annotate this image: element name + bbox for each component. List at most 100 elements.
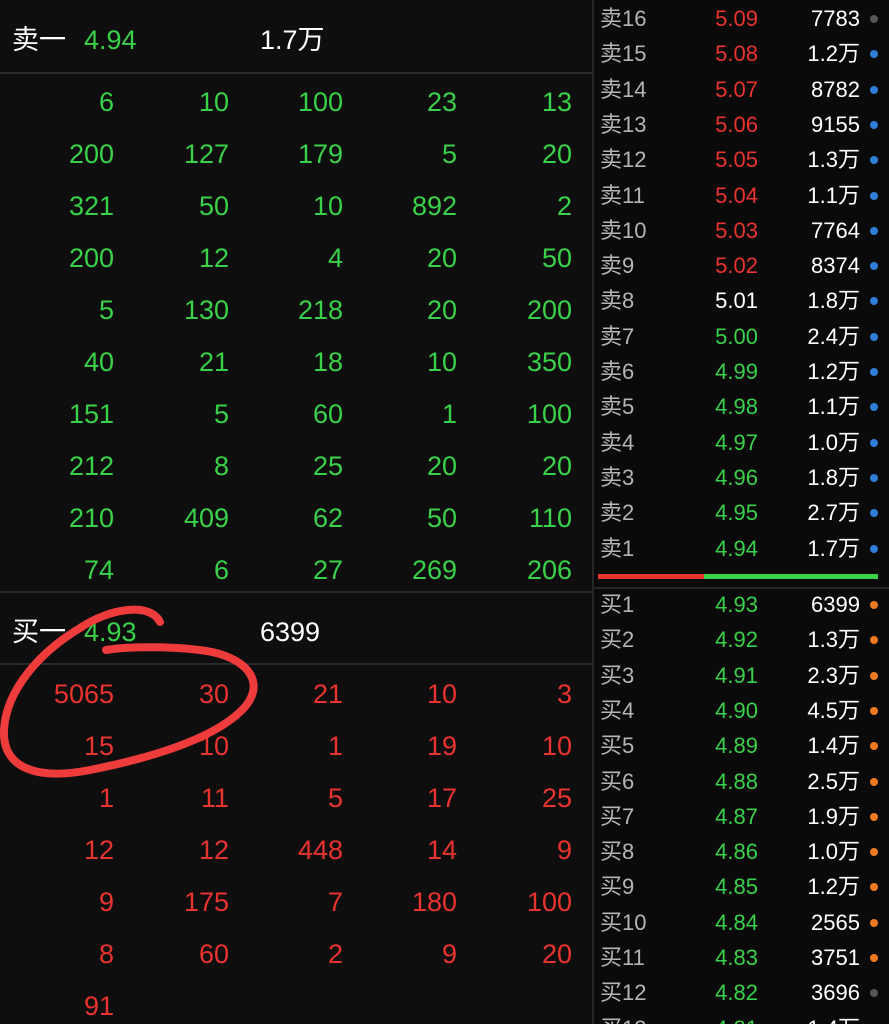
trade-volume-cell: 8 xyxy=(213,451,229,481)
level-volume: 6399 xyxy=(811,592,860,617)
level-label: 买10 xyxy=(600,909,647,935)
trade-volume-cell: 892 xyxy=(411,191,457,221)
trade-volume-cell: 10 xyxy=(312,191,343,221)
level-label: 卖11 xyxy=(600,182,645,208)
bid-level-row[interactable]: 买6 4.88 2.5万 xyxy=(594,764,889,799)
level-price: 5.03 xyxy=(715,217,758,243)
bid-level-row[interactable]: 买2 4.92 1.3万 xyxy=(594,622,889,657)
level-price: 4.99 xyxy=(715,359,758,384)
trade-volume-cell: 62 xyxy=(312,503,343,533)
level-label: 买1 xyxy=(600,592,635,617)
level-price: 4.83 xyxy=(715,945,758,970)
level-price: 5.02 xyxy=(715,253,758,279)
level-price: 4.98 xyxy=(715,394,758,420)
trade-volume-cell: 14 xyxy=(426,835,457,865)
trade-volume-cell: 60 xyxy=(198,939,229,969)
trade-volume-cell: 175 xyxy=(183,887,229,917)
order-dot-icon xyxy=(870,438,878,447)
bid-level-row[interactable]: 买4 4.90 4.5万 xyxy=(594,693,889,728)
ask-level-row[interactable]: 卖11 5.04 1.1万 xyxy=(594,178,889,213)
level-volume: 2565 xyxy=(811,909,860,935)
ask-level-row[interactable]: 卖2 4.95 2.7万 xyxy=(594,495,889,530)
ask-level-row[interactable]: 卖9 5.02 8374 xyxy=(594,248,889,283)
bid-level-row[interactable]: 买3 4.91 2.3万 xyxy=(594,658,889,693)
level-label: 卖13 xyxy=(600,111,647,137)
bid-level-row[interactable]: 买11 4.83 3751 xyxy=(594,940,889,975)
bid-level-row[interactable]: 买5 4.89 1.4万 xyxy=(594,728,889,763)
trade-volume-cell: 20 xyxy=(541,139,572,169)
ask-level-row[interactable]: 卖4 4.97 1.0万 xyxy=(594,425,889,460)
trade-volume-cell: 17 xyxy=(426,783,457,813)
trade-volume-cell: 110 xyxy=(528,503,572,533)
level-label: 卖3 xyxy=(600,464,635,490)
trade-volume-cell: 5065 xyxy=(53,679,114,709)
trade-volume-cell: 409 xyxy=(183,503,229,533)
ask-level-row[interactable]: 卖12 5.05 1.3万 xyxy=(594,142,889,177)
level-label: 买7 xyxy=(600,803,635,829)
ask-level-row[interactable]: 卖15 5.08 1.2万 xyxy=(594,36,889,71)
ask-level-row[interactable]: 卖16 5.09 7783 xyxy=(594,1,889,36)
trade-volume-cell: 10 xyxy=(198,731,229,761)
trade-volume-cell: 74 xyxy=(83,555,114,585)
order-dot-icon xyxy=(870,191,878,200)
bid-level-row[interactable]: 买13 4.81 1.4万 xyxy=(594,1011,889,1024)
ask-level-row[interactable]: 卖1 4.94 1.7万 xyxy=(594,531,889,566)
trade-volume-cell: 179 xyxy=(297,139,343,169)
trade-volume-cell: 18 xyxy=(312,347,343,377)
ask-ratio-fill xyxy=(704,574,878,579)
level-label: 买4 xyxy=(600,697,635,723)
ask-level-row[interactable]: 卖6 4.99 1.2万 xyxy=(594,354,889,389)
level-label: 卖12 xyxy=(600,147,647,173)
level-price: 4.88 xyxy=(715,768,758,794)
trade-volume-cell: 448 xyxy=(297,835,343,865)
level-label: 卖6 xyxy=(600,359,635,384)
level-volume: 1.0万 xyxy=(807,429,860,455)
bid-level-row[interactable]: 买7 4.87 1.9万 xyxy=(594,799,889,834)
tick-trades-panel[interactable]: 卖一 4.94 1.7万 6 10 100 23 13 200 127 179 5 20 321 50… xyxy=(0,0,592,1024)
trade-volume-cell: 20 xyxy=(426,451,457,481)
level-price: 4.91 xyxy=(715,662,758,688)
buy-one-volume: 6399 xyxy=(260,617,321,647)
bid-level-row[interactable]: 买10 4.84 2565 xyxy=(594,905,889,940)
trade-volume-cell: 12 xyxy=(83,835,114,865)
ask-level-row[interactable]: 卖3 4.96 1.8万 xyxy=(594,460,889,495)
trade-volume-cell: 1 xyxy=(327,731,343,761)
order-dot-icon xyxy=(870,156,878,165)
sell-one-volume: 1.7万 xyxy=(260,25,325,55)
level-volume: 3751 xyxy=(811,945,860,970)
ask-level-row[interactable]: 卖5 4.98 1.1万 xyxy=(594,389,889,424)
ask-level-row[interactable]: 卖14 5.07 8782 xyxy=(594,72,889,107)
sell-one-header: 卖一 4.94 1.7万 xyxy=(0,4,592,76)
level-label: 卖16 xyxy=(600,6,647,31)
bid-level-row[interactable]: 买12 4.82 3696 xyxy=(594,975,889,1010)
level-volume: 7783 xyxy=(811,6,860,31)
order-dot-icon xyxy=(870,636,878,645)
order-dot-icon xyxy=(870,742,878,751)
bid-level-row[interactable]: 买9 4.85 1.2万 xyxy=(594,869,889,904)
order-dot-icon xyxy=(870,332,878,341)
ask-level-row[interactable]: 卖13 5.06 9155 xyxy=(594,107,889,142)
level-price: 4.86 xyxy=(715,839,758,865)
trade-volume-cell: 21 xyxy=(198,347,229,377)
depth-panel[interactable]: 卖16 5.09 7783 卖15 5.08 1.2万 卖14 5.07 8782 卖13 5.06… xyxy=(594,0,889,1024)
level-label: 卖10 xyxy=(600,217,647,243)
trade-volume-cell: 7 xyxy=(327,887,343,917)
divider xyxy=(0,591,592,593)
buy-one-price: 4.93 xyxy=(84,617,137,647)
divider xyxy=(0,663,592,665)
ask-level-row[interactable]: 卖10 5.03 7764 xyxy=(594,213,889,248)
bid-level-row[interactable]: 买1 4.93 6399 xyxy=(594,587,889,622)
trade-volume-cell: 180 xyxy=(411,887,457,917)
order-dot-icon xyxy=(870,706,878,715)
trade-volume-cell: 6 xyxy=(213,555,229,585)
level-label: 买12 xyxy=(600,980,647,1006)
trade-volume-cell: 2 xyxy=(327,939,343,969)
level-volume: 2.3万 xyxy=(807,662,860,688)
trade-volume-cell: 12 xyxy=(198,243,229,273)
trade-volume-cell: 12 xyxy=(198,835,229,865)
level-volume: 1.3万 xyxy=(807,627,860,653)
level-price: 5.01 xyxy=(715,288,758,314)
bid-level-row[interactable]: 买8 4.86 1.0万 xyxy=(594,834,889,869)
ask-level-row[interactable]: 卖7 5.00 2.4万 xyxy=(594,319,889,354)
ask-level-row[interactable]: 卖8 5.01 1.8万 xyxy=(594,283,889,318)
